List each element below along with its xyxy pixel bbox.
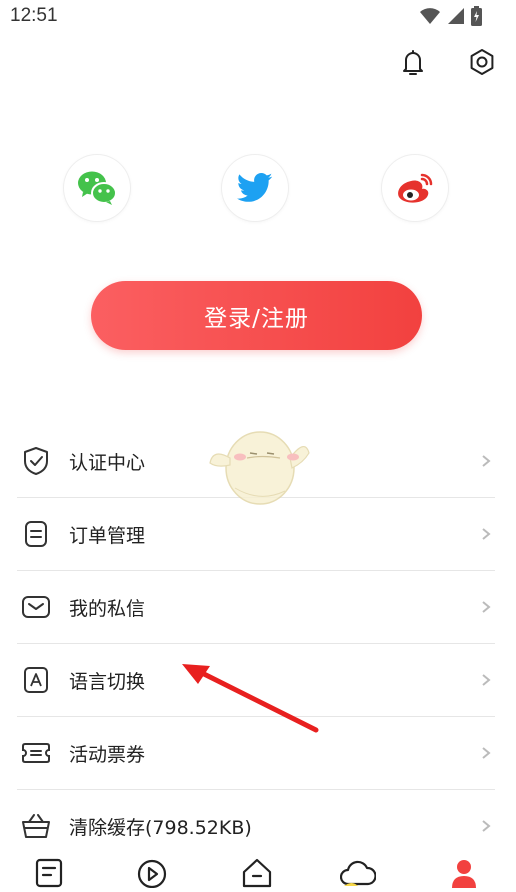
play-icon [137,859,167,889]
twitter-login-button[interactable] [222,155,288,221]
profile-icon [452,860,476,888]
mascot-image [209,431,310,505]
chevron-right-icon [482,820,491,832]
nav-list[interactable] [32,854,66,888]
nav-profile[interactable] [447,854,481,888]
language-icon [21,665,51,695]
nav-play[interactable] [135,854,169,889]
chevron-right-icon [482,601,491,613]
cloud-icon [339,860,377,886]
ticket-icon [21,738,51,768]
shield-check-icon [21,446,51,476]
annotation-arrow [182,664,319,733]
menu-item-label: 我的私信 [69,597,146,620]
chevron-right-icon [482,747,491,759]
menu-item-label: 订单管理 [69,524,146,547]
menu-item-label: 清除缓存(798.52KB) [69,816,252,839]
chevron-right-icon [482,528,491,540]
weibo-login-button[interactable] [382,155,448,221]
weibo-icon [398,173,433,203]
order-list-icon [21,519,51,549]
notification-button[interactable] [397,46,429,78]
settings-button[interactable] [466,46,498,78]
status-bar: 12:51 [0,0,516,32]
menu-item-messages[interactable]: 我的私信 [17,571,495,644]
signal-icon [448,8,464,24]
menu-item-label: 活动票券 [69,743,146,766]
menu-item-label: 语言切换 [69,670,146,693]
menu-item-orders[interactable]: 订单管理 [17,498,495,571]
wifi-icon [420,8,440,24]
bell-icon [403,50,423,75]
nav-home[interactable] [240,854,274,888]
home-icon [242,858,272,888]
mail-icon [21,592,51,622]
list-icon [35,858,63,888]
basket-icon [21,811,51,841]
gear-icon [470,49,494,75]
menu-item-label: 认证中心 [69,451,146,474]
wechat-login-button[interactable] [64,155,130,221]
bottom-navigation [0,850,516,889]
status-icons [419,6,482,26]
nav-cloud[interactable] [339,854,377,888]
chevron-right-icon [482,455,491,467]
battery-icon [471,6,482,26]
status-time: 12:51 [10,5,58,26]
wechat-icon [78,171,117,205]
chevron-right-icon [482,674,491,686]
twitter-icon [237,173,273,202]
login-register-button[interactable]: 登录/注册 [91,281,422,350]
